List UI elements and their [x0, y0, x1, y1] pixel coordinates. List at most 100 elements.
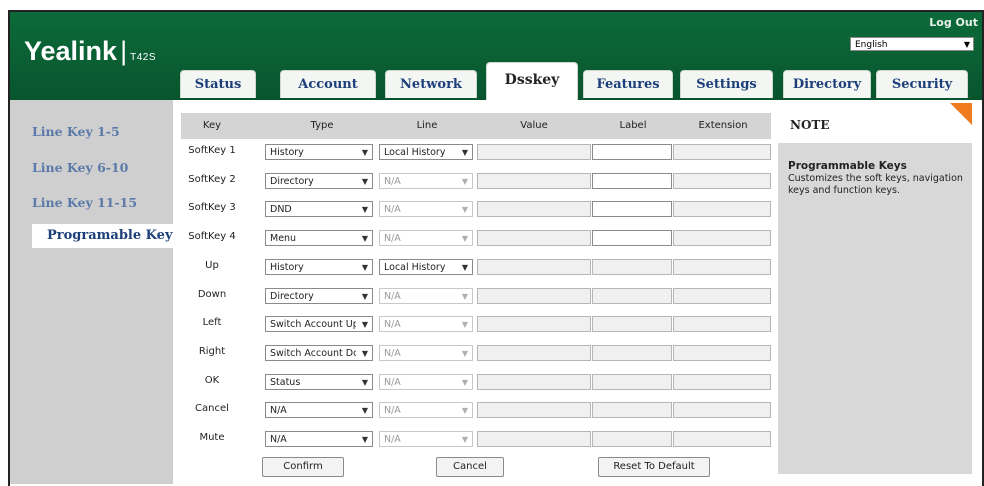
type-value: N/A: [270, 434, 287, 445]
note-title: NOTE: [790, 118, 830, 132]
line-select: N/A ▼: [379, 316, 473, 332]
extension-field: [673, 144, 771, 160]
value-field: [477, 173, 591, 189]
line-value: N/A: [384, 434, 401, 445]
line-value: N/A: [384, 377, 401, 388]
col-key: Key: [202, 120, 222, 131]
value-field: [477, 374, 591, 390]
note-heading: Programmable Keys: [788, 160, 907, 172]
label-field[interactable]: [592, 201, 672, 217]
chevron-down-icon: ▼: [461, 292, 468, 301]
line-select: N/A ▼: [379, 201, 473, 217]
row-key-label: SoftKey 1: [188, 145, 236, 156]
type-value: Directory: [270, 291, 314, 302]
row-key-label: SoftKey 4: [188, 231, 236, 242]
extension-field: [673, 230, 771, 246]
type-select[interactable]: Menu ▼: [265, 230, 373, 246]
logo-brand: Yealink: [24, 36, 118, 66]
extension-field: [673, 431, 771, 447]
line-value: N/A: [384, 319, 401, 330]
line-select: N/A ▼: [379, 345, 473, 361]
type-value: Switch Account Up: [270, 319, 356, 330]
logo-separator: |: [120, 36, 128, 66]
type-value: N/A: [270, 405, 287, 416]
line-select: N/A ▼: [379, 173, 473, 189]
chevron-down-icon: ▼: [361, 177, 368, 186]
extension-field: [673, 402, 771, 418]
logout-link[interactable]: Log Out: [929, 16, 978, 29]
extension-field: [673, 173, 771, 189]
type-value: History: [270, 262, 304, 273]
label-field[interactable]: [592, 173, 672, 189]
col-line: Line: [416, 120, 438, 131]
tab-status[interactable]: Status: [180, 70, 256, 98]
type-select[interactable]: DND ▼: [265, 201, 373, 217]
sidebar-item-programable-key[interactable]: Programable Key: [32, 224, 173, 248]
chevron-down-icon: ▼: [361, 292, 368, 301]
header-bar: Yealink | T42S Log Out English ▼ Status Ac…: [10, 12, 982, 100]
label-field: [592, 374, 672, 390]
type-select[interactable]: History ▼: [265, 259, 373, 275]
value-field: [477, 402, 591, 418]
type-select[interactable]: N/A ▼: [265, 431, 373, 447]
line-value: N/A: [384, 405, 401, 416]
value-field: [477, 144, 591, 160]
label-field[interactable]: [592, 230, 672, 246]
label-field: [592, 431, 672, 447]
type-select[interactable]: History ▼: [265, 144, 373, 160]
tab-dsskey[interactable]: Dsskey: [486, 62, 578, 100]
sidebar-item-line-key-6-10[interactable]: Line Key 6-10: [32, 160, 128, 175]
confirm-button[interactable]: Confirm: [262, 457, 344, 477]
tab-network[interactable]: Network: [385, 70, 477, 98]
table-header: Key Type Line Value Label Extension: [181, 113, 771, 139]
value-field: [477, 201, 591, 217]
tab-directory[interactable]: Directory: [783, 70, 871, 98]
extension-field: [673, 374, 771, 390]
line-select: N/A ▼: [379, 374, 473, 390]
label-field: [592, 288, 672, 304]
line-select[interactable]: Local History ▼: [379, 259, 473, 275]
label-field: [592, 259, 672, 275]
extension-field: [673, 259, 771, 275]
tab-features[interactable]: Features: [583, 70, 673, 98]
tab-settings[interactable]: Settings: [680, 70, 773, 98]
line-select: N/A ▼: [379, 230, 473, 246]
line-select: N/A ▼: [379, 431, 473, 447]
note-panel: [778, 103, 972, 474]
label-field[interactable]: [592, 144, 672, 160]
value-field: [477, 345, 591, 361]
type-select[interactable]: Directory ▼: [265, 288, 373, 304]
row-key-label: Up: [205, 260, 219, 271]
value-field: [477, 431, 591, 447]
tab-account[interactable]: Account: [280, 70, 376, 98]
language-select[interactable]: English ▼: [850, 37, 974, 51]
chevron-down-icon: ▼: [461, 148, 468, 157]
line-select[interactable]: Local History ▼: [379, 144, 473, 160]
row-key-label: Left: [202, 317, 222, 328]
cancel-button[interactable]: Cancel: [436, 457, 504, 477]
label-field: [592, 402, 672, 418]
type-select[interactable]: Switch Account Down ▼: [265, 345, 373, 361]
chevron-down-icon: ▼: [361, 234, 368, 243]
line-value: Local History: [384, 262, 446, 273]
sidebar-item-line-key-1-5[interactable]: Line Key 1-5: [32, 124, 120, 139]
chevron-down-icon: ▼: [461, 234, 468, 243]
chevron-down-icon: ▼: [461, 435, 468, 444]
value-field: [477, 259, 591, 275]
label-field: [592, 316, 672, 332]
type-select[interactable]: Switch Account Up ▼: [265, 316, 373, 332]
extension-field: [673, 201, 771, 217]
chevron-down-icon: ▼: [461, 320, 468, 329]
row-key-label: Right: [198, 346, 226, 357]
sidebar-item-line-key-11-15[interactable]: Line Key 11-15: [32, 195, 137, 210]
line-value: N/A: [384, 176, 401, 187]
chevron-down-icon: ▼: [361, 378, 368, 387]
type-select[interactable]: Directory ▼: [265, 173, 373, 189]
type-select[interactable]: Status ▼: [265, 374, 373, 390]
chevron-down-icon: ▼: [361, 205, 368, 214]
chevron-down-icon: ▼: [361, 148, 368, 157]
chevron-down-icon: ▼: [461, 378, 468, 387]
type-select[interactable]: N/A ▼: [265, 402, 373, 418]
tab-security[interactable]: Security: [876, 70, 968, 98]
reset-to-default-button[interactable]: Reset To Default: [598, 457, 710, 477]
